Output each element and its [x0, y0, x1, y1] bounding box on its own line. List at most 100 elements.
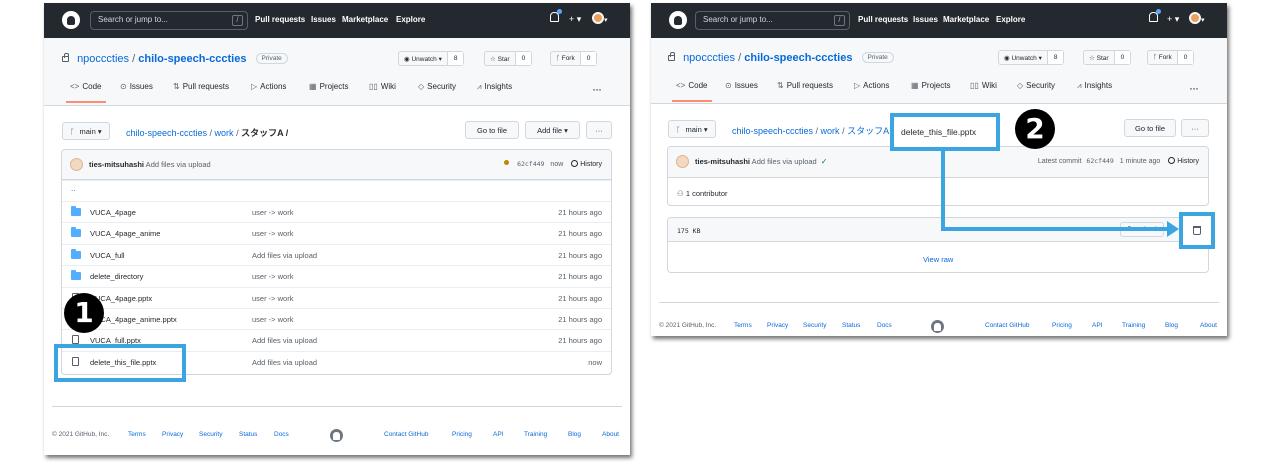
commit-message[interactable]: Add files via upload: [750, 157, 817, 166]
fork-button[interactable]: ᚴ Fork 0: [1147, 50, 1195, 65]
directory-row[interactable]: delete_directory user -> work 21 hours ago: [62, 265, 611, 286]
contributors-count[interactable]: ⚇ 1 contributor: [677, 189, 728, 198]
file-row[interactable]: VUCA_4page_anime.pptx user -> work 21 hour…: [62, 308, 611, 329]
more-options-button[interactable]: ···: [1181, 119, 1209, 137]
footer-link-contact[interactable]: Contact GitHub: [384, 431, 428, 438]
more-options-button[interactable]: ···: [586, 121, 612, 139]
commit-message-link[interactable]: user -> work: [252, 229, 293, 238]
search-input[interactable]: Search or jump to... /: [90, 11, 248, 30]
tab-code[interactable]: <> Code: [676, 81, 707, 90]
go-to-file-button[interactable]: Go to file: [1124, 119, 1176, 137]
file-name-link[interactable]: delete_directory: [90, 272, 143, 281]
star-button[interactable]: ☆ Star 0: [484, 51, 533, 66]
view-raw-link[interactable]: View raw: [923, 255, 953, 264]
search-input[interactable]: Search or jump to... /: [695, 11, 850, 30]
check-icon[interactable]: ✓: [821, 157, 828, 166]
footer-link-docs[interactable]: Docs: [274, 431, 289, 438]
footer-link-api[interactable]: API: [493, 431, 503, 438]
tab-pull-requests[interactable]: ⇅ Pull requests: [173, 82, 229, 91]
footer-link-about[interactable]: About: [602, 431, 619, 438]
notification-bell-icon[interactable]: [1149, 9, 1161, 25]
github-logo-icon[interactable]: [669, 11, 687, 29]
tab-pull-requests[interactable]: ⇅ Pull requests: [777, 81, 833, 90]
file-name-link[interactable]: VUCA_4page: [90, 208, 136, 217]
more-tabs-menu[interactable]: ···: [1189, 81, 1199, 95]
fork-button[interactable]: ᚴ Fork 0: [550, 51, 598, 66]
nav-pull-requests[interactable]: Pull requests: [858, 15, 908, 24]
repo-owner-link[interactable]: npocccties: [683, 52, 735, 64]
footer-link-pricing[interactable]: Pricing: [452, 431, 472, 438]
repo-owner-link[interactable]: npocccties: [77, 53, 129, 65]
footer-link-training[interactable]: Training: [1122, 322, 1145, 329]
file-name-link[interactable]: VUCA_full: [90, 251, 125, 260]
github-logo-icon[interactable]: [62, 11, 80, 29]
commit-sha[interactable]: 62cf449: [517, 160, 544, 168]
nav-marketplace[interactable]: Marketplace: [342, 15, 388, 24]
tab-actions[interactable]: ▷ Actions: [854, 81, 889, 90]
footer-link-privacy[interactable]: Privacy: [162, 431, 183, 438]
branch-selector[interactable]: ᚴ main ▾: [668, 120, 716, 138]
commit-message-link[interactable]: user -> work: [252, 272, 293, 281]
commit-message-link[interactable]: Add files via upload: [252, 336, 317, 345]
footer-link-privacy[interactable]: Privacy: [767, 322, 788, 329]
go-to-file-button[interactable]: Go to file: [465, 121, 519, 139]
footer-link-security[interactable]: Security: [199, 431, 222, 438]
tab-issues[interactable]: ⊙ Issues: [725, 81, 758, 90]
create-new-menu[interactable]: + ▾: [1167, 14, 1179, 25]
commit-author[interactable]: ties-mitsuhashi: [695, 157, 750, 166]
commit-message-link[interactable]: user -> work: [252, 208, 293, 217]
footer-link-blog[interactable]: Blog: [568, 431, 581, 438]
tab-security[interactable]: ◇ Security: [1017, 81, 1055, 90]
status-pending-icon[interactable]: [504, 160, 510, 165]
directory-row[interactable]: VUCA_full Add files via upload 21 hours ag…: [62, 243, 611, 265]
tab-security[interactable]: ◇ Security: [418, 82, 456, 91]
footer-link-contact[interactable]: Contact GitHub: [985, 322, 1029, 329]
tab-actions[interactable]: ▷ Actions: [251, 82, 286, 91]
user-avatar-menu[interactable]: ▾: [1189, 12, 1205, 25]
directory-row[interactable]: VUCA_4page_anime user -> work 21 hours ago: [62, 222, 611, 243]
breadcrumb-work[interactable]: work: [215, 128, 234, 138]
trash-icon[interactable]: [1193, 226, 1201, 235]
github-footer-logo-icon[interactable]: [931, 320, 944, 333]
add-file-button[interactable]: Add file ▾: [525, 121, 580, 139]
tab-projects[interactable]: ▦ Projects: [911, 81, 950, 90]
footer-link-blog[interactable]: Blog: [1165, 322, 1178, 329]
user-avatar-menu[interactable]: ▾: [592, 12, 608, 25]
directory-row[interactable]: VUCA_4page user -> work 21 hours ago: [62, 201, 611, 222]
unwatch-button[interactable]: ◉ Unwatch ▾ 8: [398, 51, 465, 66]
commit-message-link[interactable]: user -> work: [252, 315, 293, 324]
footer-link-terms[interactable]: Terms: [128, 431, 146, 438]
commit-message-link[interactable]: Add files via upload: [252, 251, 317, 260]
nav-explore[interactable]: Explore: [396, 15, 425, 24]
commit-message-link[interactable]: user -> work: [252, 294, 293, 303]
commit-author[interactable]: ties-mitsuhashi: [89, 160, 144, 169]
more-tabs-menu[interactable]: ···: [592, 82, 602, 96]
tab-issues[interactable]: ⊙ Issues: [120, 82, 153, 91]
file-name-link[interactable]: VUCA_4page_anime: [90, 229, 160, 238]
github-footer-logo-icon[interactable]: [330, 429, 343, 442]
create-new-menu[interactable]: + ▾: [569, 14, 581, 25]
footer-link-status[interactable]: Status: [239, 431, 257, 438]
history-link[interactable]: History: [571, 160, 602, 168]
tab-wiki[interactable]: ▯▯ Wiki: [369, 82, 396, 91]
footer-link-training[interactable]: Training: [524, 431, 547, 438]
tab-insights[interactable]: ⩘ Insights: [1077, 81, 1112, 91]
repo-name-link[interactable]: chilo-speech-cccties: [138, 53, 246, 65]
breadcrumb-work[interactable]: work: [821, 126, 840, 136]
parent-directory-row[interactable]: ..: [62, 180, 611, 201]
nav-explore[interactable]: Explore: [996, 15, 1025, 24]
unwatch-button[interactable]: ◉ Unwatch ▾ 8: [998, 50, 1065, 65]
nav-pull-requests[interactable]: Pull requests: [255, 15, 305, 24]
nav-issues[interactable]: Issues: [311, 15, 336, 24]
breadcrumb-repo[interactable]: chilo-speech-cccties: [732, 126, 813, 136]
tab-insights[interactable]: ⩘ Insights: [477, 82, 512, 92]
tab-code[interactable]: <> Code: [70, 82, 101, 91]
footer-link-security[interactable]: Security: [803, 322, 826, 329]
repo-name-link[interactable]: chilo-speech-cccties: [744, 52, 852, 64]
commit-sha[interactable]: 62cf449: [1086, 157, 1113, 165]
footer-link-status[interactable]: Status: [842, 322, 860, 329]
breadcrumb-repo[interactable]: chilo-speech-cccties: [126, 128, 207, 138]
breadcrumb-staff-a[interactable]: スタッフA: [847, 126, 889, 136]
footer-link-api[interactable]: API: [1092, 322, 1102, 329]
tab-projects[interactable]: ▦ Projects: [309, 82, 348, 91]
